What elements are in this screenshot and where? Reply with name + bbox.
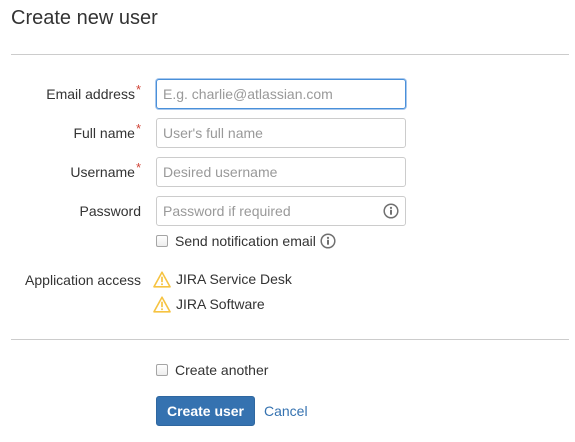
create-another-checkbox[interactable] <box>156 364 168 376</box>
footer-divider <box>11 339 569 340</box>
create-user-button[interactable]: Create user <box>156 396 255 426</box>
send-notification-checkbox[interactable] <box>156 235 168 247</box>
required-mark: * <box>135 160 141 175</box>
cancel-link[interactable]: Cancel <box>264 403 308 419</box>
full-name-field[interactable] <box>156 118 406 148</box>
password-field[interactable] <box>156 196 406 226</box>
warning-icon <box>153 296 171 313</box>
email-label-text: Email address <box>46 86 135 102</box>
password-label: Password <box>79 203 141 219</box>
page-title: Create new user <box>11 7 158 29</box>
app-name: JIRA Software <box>176 296 265 312</box>
email-field[interactable] <box>156 79 406 109</box>
info-icon[interactable] <box>383 203 399 219</box>
full-name-label-text: Full name <box>73 125 135 141</box>
required-mark: * <box>135 82 141 97</box>
info-icon[interactable] <box>320 233 336 249</box>
warning-icon <box>153 271 171 288</box>
header-divider <box>11 54 569 55</box>
create-another-label[interactable]: Create another <box>175 362 268 378</box>
app-name: JIRA Service Desk <box>176 271 292 287</box>
create-user-dialog: Create new user Email address* Full name… <box>0 0 575 442</box>
email-label: Email address* <box>46 82 141 102</box>
application-access-label: Application access <box>25 272 141 288</box>
username-label-text: Username <box>70 164 135 180</box>
full-name-label: Full name* <box>73 121 141 141</box>
username-label: Username* <box>70 160 141 180</box>
required-mark: * <box>135 121 141 136</box>
send-notification-label[interactable]: Send notification email <box>175 233 316 249</box>
username-field[interactable] <box>156 157 406 187</box>
